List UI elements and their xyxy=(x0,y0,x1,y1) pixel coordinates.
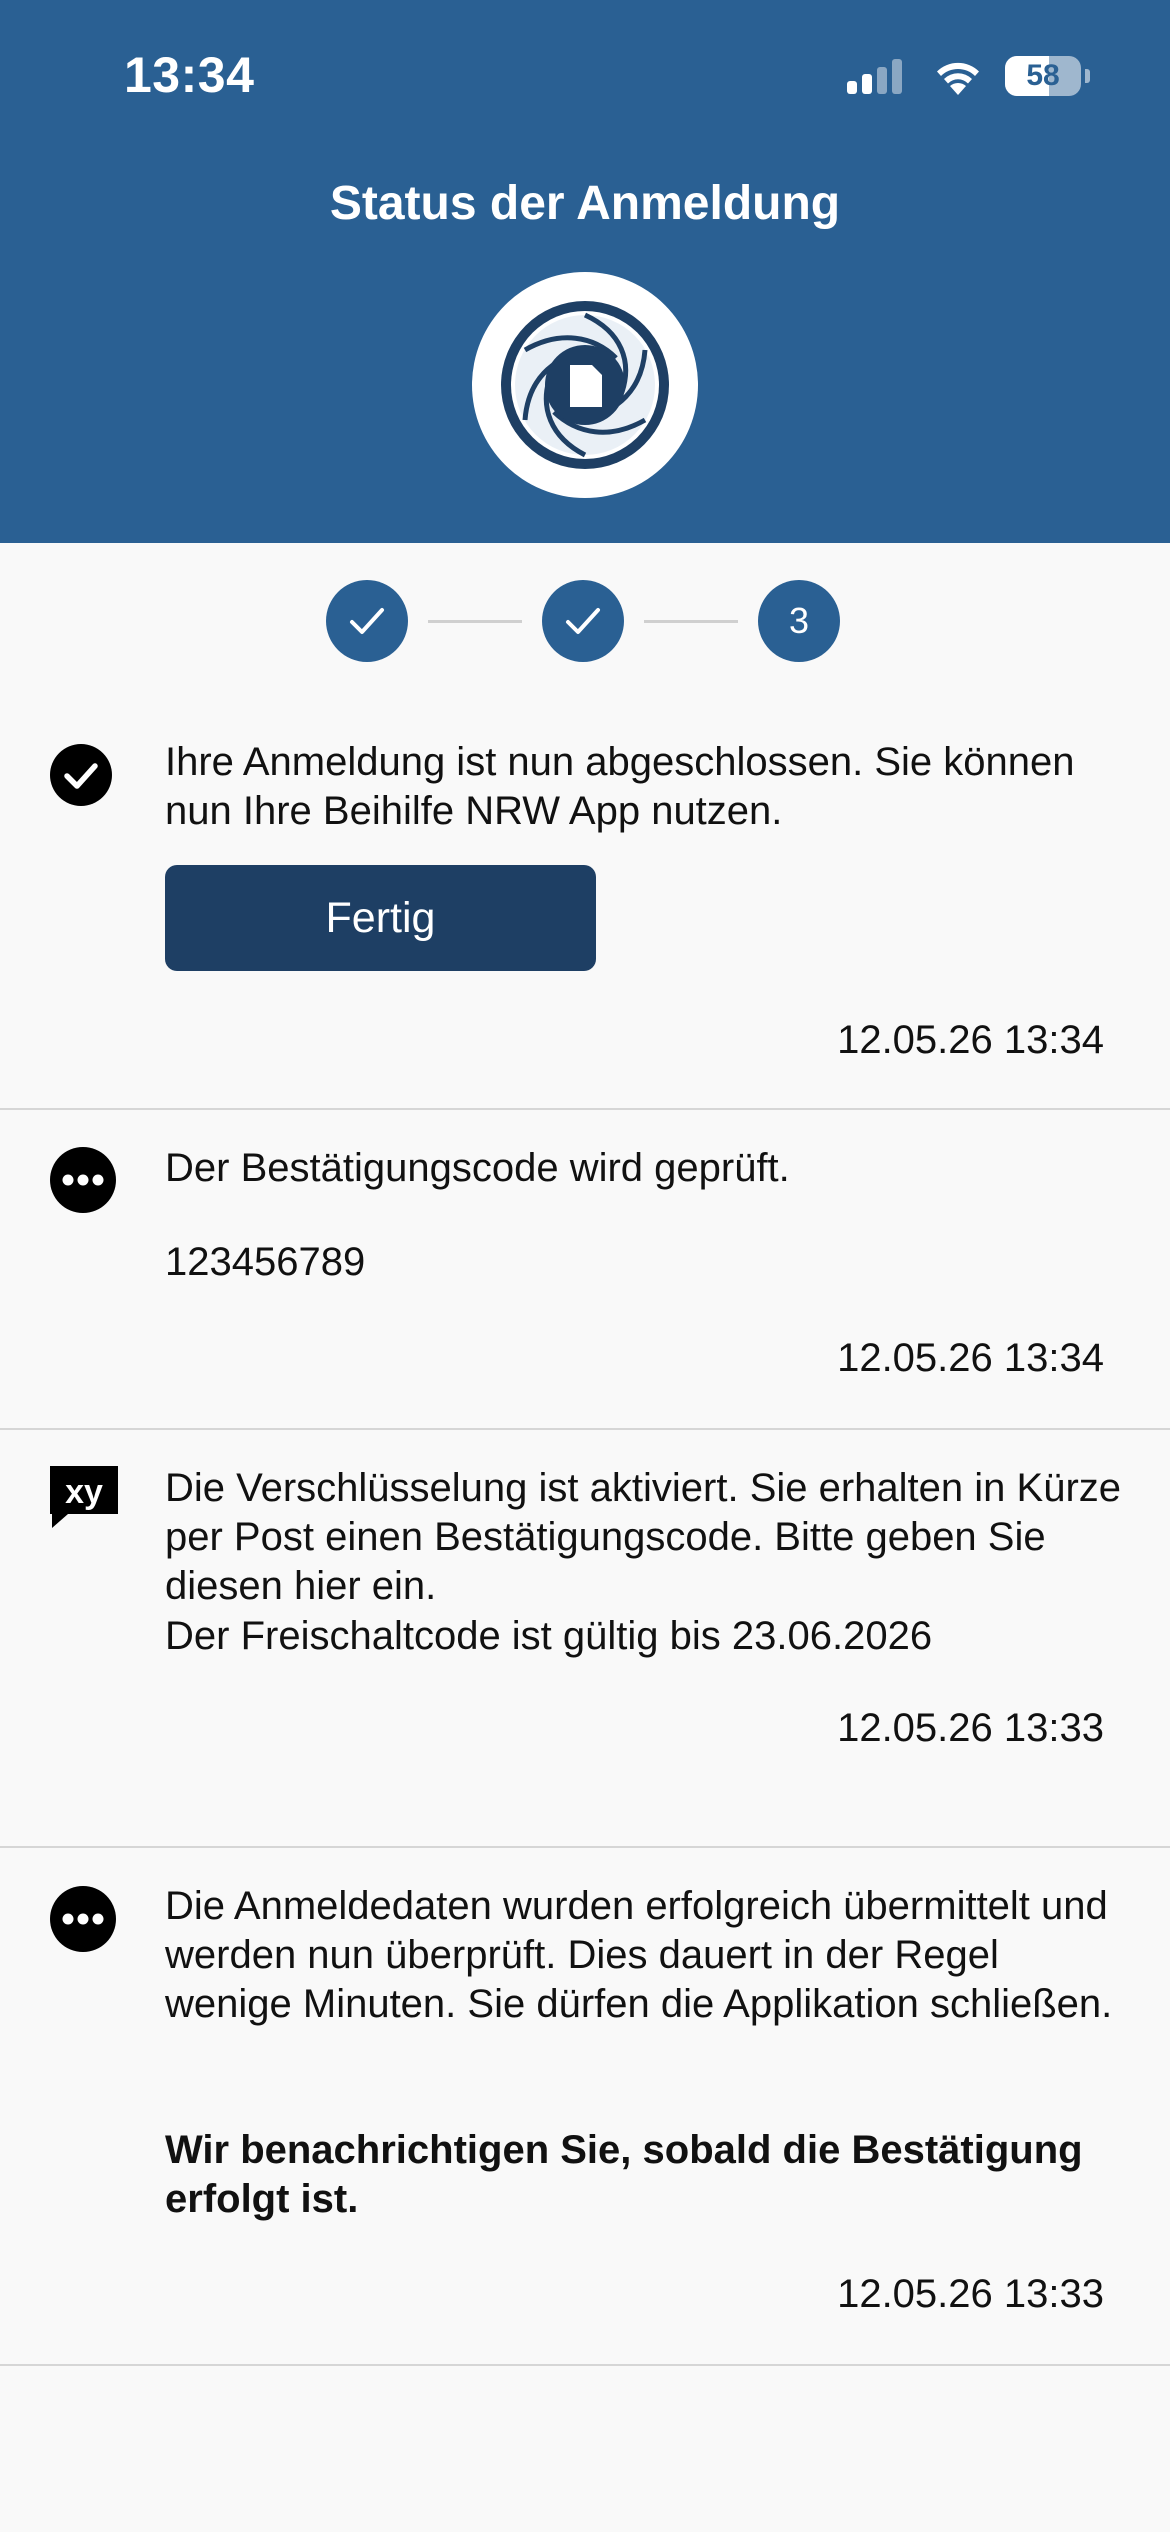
status-bar-icons: 58 xyxy=(847,52,1090,100)
cellular-signal-icon xyxy=(847,58,907,94)
app-logo-aperture-icon xyxy=(472,272,698,498)
checkmark-icon xyxy=(350,608,384,634)
entry-message: Ihre Anmeldung ist nun abgeschlossen. Si… xyxy=(165,740,1075,833)
step-connector xyxy=(644,620,738,623)
status-entry-submitted: Die Anmeldedaten wurden erfolgreich über… xyxy=(0,1848,1170,2366)
battery-level-text: 58 xyxy=(1026,59,1060,92)
step-2-completed xyxy=(542,580,624,662)
entry-message: Die Anmeldedaten wurden erfolgreich über… xyxy=(165,1884,1113,2026)
progress-stepper: 3 xyxy=(0,580,1170,662)
step-1-completed xyxy=(326,580,408,662)
page-title: Status der Anmeldung xyxy=(329,177,841,230)
status-entry-code-check: Der Bestätigungscode wird geprüft. 12345… xyxy=(0,1110,1170,1430)
wifi-icon xyxy=(937,62,979,95)
step-3-current: 3 xyxy=(758,580,840,662)
status-bar-time: 13:34 xyxy=(124,47,255,103)
xy-icon-text: xy xyxy=(65,1473,103,1511)
entry-timestamp: 12.05.26 13:33 xyxy=(837,1706,1104,1750)
status-entry-encryption: xy Die Verschlüsselung ist aktiviert. Si… xyxy=(0,1430,1170,1848)
battery-tip xyxy=(1085,69,1090,83)
code-validity: Der Freischaltcode ist gültig bis 23.06.… xyxy=(165,1614,933,1658)
entry-message: Die Verschlüsselung ist aktiviert. Sie e… xyxy=(165,1466,1122,1608)
header: 13:34 58 Status der Anmeldung xyxy=(0,0,1170,543)
check-circle-icon xyxy=(50,744,112,806)
entry-message: Der Bestätigungscode wird geprüft. xyxy=(165,1146,790,1190)
xy-speech-bubble-icon: xy xyxy=(50,1466,118,1528)
entry-timestamp: 12.05.26 13:34 xyxy=(837,1336,1104,1380)
entry-notice: Wir benachrichtigen Sie, sobald die Best… xyxy=(165,2128,1083,2221)
entry-timestamp: 12.05.26 13:34 xyxy=(837,1018,1104,1062)
entry-timestamp: 12.05.26 13:33 xyxy=(837,2272,1104,2316)
step-connector xyxy=(428,620,522,623)
more-dots-circle-icon xyxy=(50,1147,116,1213)
more-dots-circle-icon xyxy=(50,1886,116,1952)
done-button[interactable]: Fertig xyxy=(165,865,596,971)
verification-code: 123456789 xyxy=(165,1240,366,1284)
checkmark-icon xyxy=(566,608,600,634)
status-entry-completed: Ihre Anmeldung ist nun abgeschlossen. Si… xyxy=(0,700,1170,1110)
battery-icon: 58 xyxy=(1005,56,1081,96)
